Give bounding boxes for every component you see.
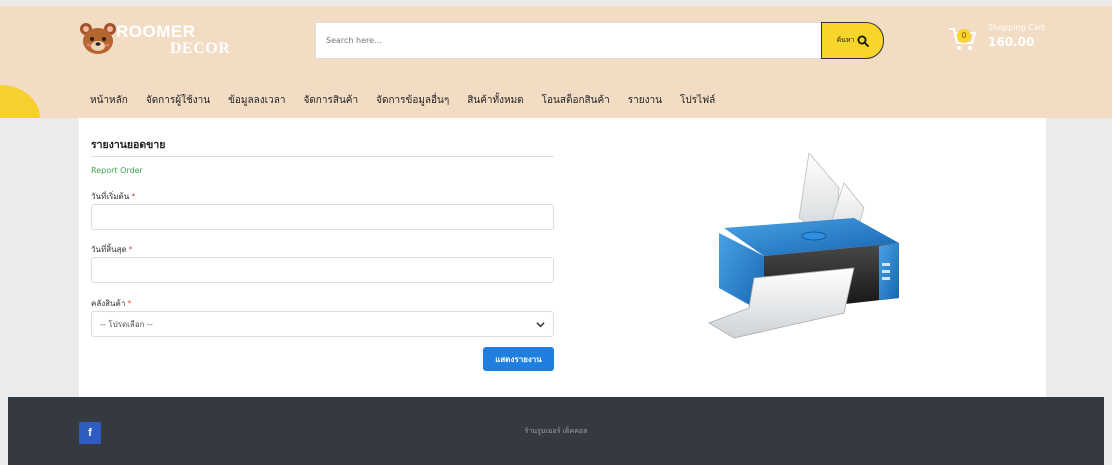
nav-item-all-products[interactable]: สินค้าทั้งหมด	[467, 93, 523, 111]
brand-logo[interactable]: ROOMER DECOR	[78, 20, 231, 62]
start-date-field[interactable]	[91, 204, 554, 230]
search-input[interactable]	[316, 23, 821, 58]
decorative-swoosh	[0, 85, 40, 118]
warehouse-label: คลังสินค้า *	[91, 299, 132, 308]
footer-text: ร้านรูมเมอร์ เด็คคอล	[524, 427, 588, 435]
main-nav: หน้าหลัก จัดการผู้ใช้งาน ข้อมูลลงเวลา จั…	[90, 93, 733, 111]
printer-illustration	[708, 152, 899, 339]
required-mark: *	[131, 192, 136, 201]
chevron-down-icon	[536, 322, 545, 328]
page-title: รายงานยอดขาย	[91, 139, 166, 151]
nav-item-home[interactable]: หน้าหลัก	[90, 93, 128, 111]
cart-total: 160.00	[988, 35, 1035, 49]
cart-count-badge: 0	[957, 29, 971, 43]
page-subtitle: Report Order	[91, 166, 143, 175]
required-mark: *	[128, 245, 133, 254]
search-bar: ค้นหา	[315, 22, 884, 59]
footer: f ร้านรูมเมอร์ เด็คคอล	[8, 397, 1104, 465]
show-report-button[interactable]: แสดงรายงาน	[483, 347, 554, 371]
main-content: รายงานยอดขาย Report Order วันที่เริ่มต้น…	[79, 118, 1046, 397]
search-button[interactable]: ค้นหา	[821, 22, 884, 59]
nav-item-profile[interactable]: โปรไฟล์	[680, 93, 715, 111]
nav-item-manage-users[interactable]: จัดการผู้ใช้งาน	[146, 93, 210, 111]
nav-item-stock-transfer[interactable]: โอนสต็อกสินค้า	[542, 93, 610, 111]
end-date-field[interactable]	[91, 257, 554, 283]
warehouse-select[interactable]: -- โปรดเลือก --	[91, 311, 554, 337]
nav-item-reports[interactable]: รายงาน	[628, 93, 662, 111]
required-mark: *	[127, 299, 132, 308]
cart-title: Shopping Cart	[988, 23, 1046, 32]
nav-item-manage-products[interactable]: จัดการสินค้า	[303, 93, 358, 111]
start-date-label: วันที่เริ่มต้น *	[91, 192, 136, 201]
brand-name-line2: DECOR	[170, 40, 231, 57]
nav-item-time-records[interactable]: ข้อมูลลงเวลา	[228, 93, 285, 111]
warehouse-selected-value: -- โปรดเลือก --	[100, 319, 153, 329]
shopping-cart[interactable]: 0 Shopping Cart 160.00	[948, 20, 1048, 60]
nav-item-manage-other-data[interactable]: จัดการข้อมูลอื่นๆ	[376, 93, 449, 111]
end-date-label: วันที่สิ้นสุด *	[91, 245, 133, 254]
search-icon	[857, 35, 869, 47]
top-border	[0, 0, 1112, 6]
title-divider	[91, 156, 554, 157]
bear-logo-icon	[80, 23, 116, 54]
brand-name-line1: ROOMER	[116, 22, 196, 41]
search-button-label: ค้นหา	[836, 36, 855, 44]
